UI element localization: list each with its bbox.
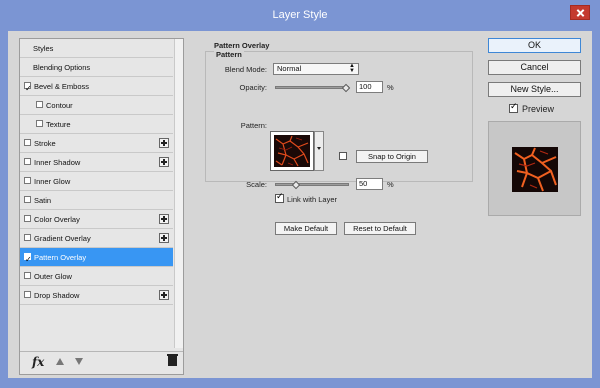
opacity-unit: % — [387, 83, 394, 92]
add-instance-icon[interactable] — [159, 233, 169, 243]
link-with-layer-checkbox[interactable] — [275, 192, 284, 203]
style-item-label: Bevel & Emboss — [34, 82, 90, 91]
styles-list-item[interactable]: Stroke — [20, 134, 173, 153]
styles-list-scrollbar[interactable] — [174, 39, 183, 348]
style-item-label: Gradient Overlay — [34, 234, 91, 243]
add-instance-icon[interactable] — [159, 290, 169, 300]
styles-list-item[interactable]: Texture — [20, 115, 173, 134]
preview-label: Preview — [522, 104, 555, 114]
pattern-swatch[interactable] — [270, 131, 314, 171]
style-item-label: Satin — [34, 196, 52, 205]
style-checkbox[interactable] — [24, 215, 31, 222]
link-with-layer-label: Link with Layer — [287, 195, 338, 204]
group-title: Pattern — [214, 50, 244, 59]
styles-list-item[interactable]: Inner Shadow — [20, 153, 173, 172]
preview-checkbox[interactable] — [509, 102, 518, 113]
styles-list-item[interactable]: Bevel & Emboss — [20, 77, 173, 98]
style-item-label: Inner Glow — [34, 177, 71, 186]
opacity-label: Opacity: — [239, 83, 267, 92]
add-instance-icon[interactable] — [159, 138, 169, 148]
new-preset-icon[interactable] — [339, 152, 347, 160]
styles-list-item[interactable]: Pattern Overlay — [20, 248, 173, 269]
opacity-input[interactable]: 100 — [356, 81, 383, 93]
close-icon[interactable] — [570, 5, 590, 20]
styles-list-item[interactable]: Color Overlay — [20, 210, 173, 229]
window-title: Layer Style — [272, 9, 328, 21]
blend-mode-value: Normal — [277, 64, 302, 73]
preview-box — [488, 121, 581, 216]
styles-list: Styles Blending Options Bevel & Emboss Cont… — [20, 39, 175, 348]
layer-style-dialog: Layer Style Styles Blending Options Bevel … — [0, 0, 600, 388]
style-checkbox[interactable] — [24, 272, 31, 279]
style-checkbox[interactable] — [24, 79, 32, 98]
styles-list-item[interactable]: Satin — [20, 191, 173, 210]
styles-list-item[interactable]: Gradient Overlay — [20, 229, 173, 248]
style-checkbox[interactable] — [36, 120, 43, 127]
select-arrows-icon: ▲ ▼ — [349, 63, 355, 74]
styles-list-item[interactable]: Contour — [20, 96, 173, 115]
style-item-label: Outer Glow — [34, 272, 72, 281]
styles-list-panel: Styles Blending Options Bevel & Emboss Cont… — [19, 38, 184, 375]
style-item-label: Stroke — [34, 139, 56, 148]
style-checkbox[interactable] — [24, 196, 31, 203]
style-checkbox[interactable] — [24, 234, 31, 241]
style-item-label: Pattern Overlay — [34, 253, 87, 262]
style-item-label: Blending Options — [33, 63, 91, 72]
arrow-down-icon[interactable] — [75, 358, 83, 365]
style-item-label: Inner Shadow — [34, 158, 81, 167]
styles-list-item[interactable]: Inner Glow — [20, 172, 173, 191]
style-preview-thumbnail — [512, 147, 558, 192]
scale-label: Scale: — [246, 180, 267, 189]
title-bar[interactable]: Layer Style — [0, 0, 600, 30]
make-default-button[interactable]: Make Default — [275, 222, 337, 235]
pattern-dropdown-button[interactable] — [314, 131, 324, 171]
pattern-label: Pattern: — [240, 121, 267, 130]
style-checkbox[interactable] — [36, 101, 43, 108]
opacity-slider-track[interactable] — [275, 86, 349, 89]
style-item-label: Styles — [33, 44, 54, 53]
pattern-overlay-panel: Pattern Overlay Pattern Blend Mode: Norm… — [195, 38, 487, 375]
blend-mode-select[interactable]: Normal ▲ ▼ — [273, 63, 359, 75]
reset-to-default-button[interactable]: Reset to Default — [344, 222, 416, 235]
styles-list-item[interactable]: Outer Glow — [20, 267, 173, 286]
styles-list-item[interactable]: Styles — [20, 39, 173, 58]
scale-unit: % — [387, 180, 394, 189]
style-item-label: Contour — [46, 101, 73, 110]
style-item-label: Color Overlay — [34, 215, 80, 224]
styles-list-item[interactable]: Blending Options — [20, 58, 173, 77]
style-item-label: Drop Shadow — [34, 291, 80, 300]
trash-icon[interactable] — [167, 354, 178, 366]
scale-slider-track[interactable] — [275, 183, 349, 186]
style-item-label: Texture — [46, 120, 71, 129]
scale-input[interactable]: 50 — [356, 178, 383, 190]
new-style-button[interactable]: New Style... — [488, 82, 581, 97]
blend-mode-label: Blend Mode: — [224, 65, 267, 74]
style-checkbox[interactable] — [24, 291, 31, 298]
snap-to-origin-button[interactable]: Snap to Origin — [356, 150, 428, 163]
styles-list-item[interactable]: Drop Shadow — [20, 286, 173, 305]
styles-list-footer: fx — [20, 351, 183, 374]
style-checkbox[interactable] — [24, 250, 32, 269]
style-checkbox[interactable] — [24, 139, 31, 146]
style-checkbox[interactable] — [24, 158, 31, 165]
style-checkbox[interactable] — [24, 177, 31, 184]
ok-button[interactable]: OK — [488, 38, 581, 53]
add-instance-icon[interactable] — [159, 214, 169, 224]
fx-menu-button[interactable]: fx — [32, 355, 44, 369]
add-instance-icon[interactable] — [159, 157, 169, 167]
section-title: Pattern Overlay — [214, 41, 270, 50]
cancel-button[interactable]: Cancel — [488, 60, 581, 75]
pattern-preview — [274, 135, 310, 167]
arrow-up-icon[interactable] — [56, 358, 64, 365]
